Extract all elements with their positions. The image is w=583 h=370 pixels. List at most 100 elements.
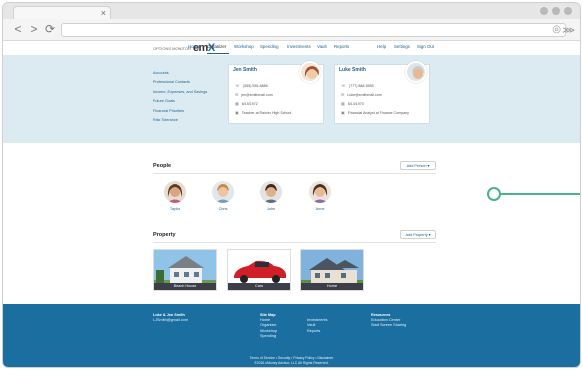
footer-contact: Luke & Jen Smith LJSmith@gmail.com: [153, 313, 188, 323]
calendar-icon: ▦: [341, 101, 345, 106]
footer-link-reports[interactable]: Reports: [307, 329, 327, 334]
person-anne[interactable]: Anne: [308, 181, 332, 211]
profile-card-luke: Luke Smith ☏ (777) 888-5555 ✉ Luke@smithma…: [334, 61, 430, 124]
browser-window: × < > ⟳ ◎ ⋙ OPTIONS MONITOR emX Home Org…: [2, 2, 581, 368]
property-home[interactable]: Home: [300, 249, 364, 291]
property-divider: [153, 242, 436, 243]
slider-track: [499, 193, 580, 195]
footer-legal: Terms of Service • Security • Privacy Po…: [3, 356, 580, 365]
footer: Luke & Jen Smith LJSmith@gmail.com Site …: [3, 304, 580, 367]
profile-job: ▣ Teacher at Rainier High School: [235, 110, 291, 115]
add-property-button[interactable]: Add Property ▾: [400, 230, 436, 239]
app-header: OPTIONS MONITOR emX Home Organizer Works…: [3, 41, 580, 55]
footer-link-organizer[interactable]: Organizer: [260, 323, 277, 328]
job-text: Teacher at Rainier High School: [241, 110, 292, 115]
reload-icon[interactable]: ⟳: [43, 22, 57, 37]
people-title: People: [153, 163, 172, 169]
person-name: Chris: [218, 207, 228, 211]
avatar: [260, 181, 282, 203]
add-person-button[interactable]: Add Person ▾: [400, 161, 436, 170]
email-icon: ✉: [341, 92, 345, 97]
profile-dob: ▦ 8/15/1972: [235, 101, 258, 106]
person-name: John: [266, 207, 276, 211]
footer-client-email[interactable]: LJSmith@gmail.com: [153, 318, 188, 323]
property-title: Property: [153, 232, 176, 238]
footer-resources: Resources Education Center Start Screen …: [371, 313, 406, 329]
forward-icon[interactable]: >: [27, 22, 41, 37]
avatar: [405, 61, 427, 83]
extensions-icon[interactable]: ⋙: [562, 23, 575, 37]
profile-phone: ☏ (555) 555-8888: [235, 83, 268, 88]
globe-icon: ◎: [552, 24, 561, 35]
avatar: [164, 181, 186, 203]
email-text: jen@smithmail.com: [241, 92, 273, 97]
phone-text: (777) 888-5555: [349, 83, 374, 88]
avatar: [309, 181, 331, 203]
avatar: [299, 61, 321, 83]
menu-workshop[interactable]: Workshop: [234, 42, 254, 52]
email-text: Luke@smithmail.com: [347, 92, 382, 97]
side-item-risk-tolerance[interactable]: Risk Tolerance: [153, 116, 207, 125]
dob-text: 8/13/1970: [347, 101, 364, 106]
menu-reports[interactable]: Reports: [334, 42, 349, 52]
footer-link-screen-sharing[interactable]: Start Screen Sharing: [371, 323, 406, 328]
menu-vault[interactable]: Vault: [317, 42, 327, 52]
person-name: Taylor: [169, 207, 181, 211]
menu-home[interactable]: Home: [188, 42, 200, 52]
phone-text: (555) 555-8888: [243, 83, 268, 88]
side-item-financial-priorities[interactable]: Financial Priorities: [153, 107, 207, 116]
briefcase-icon: ▣: [341, 110, 345, 115]
window-controls: [540, 7, 572, 15]
menu-organizer[interactable]: Organizer: [207, 42, 226, 52]
profile-name[interactable]: Jen Smith: [233, 67, 257, 73]
address-bar[interactable]: ◎: [61, 23, 566, 37]
profile-name[interactable]: Luke Smith: [339, 67, 366, 73]
close-window-button[interactable]: [564, 7, 572, 15]
main-menu: Home Organizer Workshop Spending Investm…: [3, 41, 580, 55]
menu-help[interactable]: Help: [377, 42, 386, 52]
minimize-button[interactable]: [540, 7, 548, 15]
menu-settings[interactable]: Settings: [394, 42, 410, 52]
property-cars[interactable]: Cars: [227, 249, 291, 291]
browser-tab[interactable]: ×: [13, 6, 111, 19]
person-name: Anne: [315, 207, 325, 211]
menu-sign-out[interactable]: Sign Out: [417, 42, 434, 52]
footer-link-spending[interactable]: Spending: [260, 334, 277, 339]
side-item-income-expenses[interactable]: Income, Expenses, and Savings: [153, 88, 207, 97]
property-caption: Home: [301, 283, 363, 290]
people-divider: [153, 173, 436, 174]
profile-email: ✉ jen@smithmail.com: [235, 92, 273, 97]
property-caption: Beach House: [154, 283, 216, 290]
person-chris[interactable]: Chris: [211, 181, 235, 211]
avatar: [212, 181, 234, 203]
email-icon: ✉: [235, 92, 239, 97]
active-menu-indicator: [207, 53, 229, 54]
person-taylor[interactable]: Taylor: [163, 181, 187, 211]
side-item-professional-contacts[interactable]: Professional Contacts: [153, 78, 207, 87]
briefcase-icon: ▣: [235, 110, 239, 115]
phone-icon: ☏: [341, 83, 347, 88]
footer-sitemap-2: Investments Vault Reports: [307, 318, 327, 334]
profile-card-jen: Jen Smith ☏ (555) 555-8888 ✉ jen@smithmail…: [228, 61, 324, 124]
side-item-future-goals[interactable]: Future Goals: [153, 97, 207, 106]
menu-spending[interactable]: Spending: [260, 42, 279, 52]
property-beach-house[interactable]: Beach House: [153, 249, 217, 291]
back-icon[interactable]: <: [11, 22, 25, 37]
phone-icon: ☏: [235, 83, 241, 88]
person-john[interactable]: John: [259, 181, 283, 211]
profile-phone: ☏ (777) 888-5555: [341, 83, 374, 88]
property-caption: Cars: [228, 283, 290, 290]
organizer-side-nav: Accounts Professional Contacts Income, E…: [153, 69, 207, 125]
slider-handle[interactable]: [487, 187, 501, 201]
close-tab-icon[interactable]: ×: [101, 7, 106, 19]
footer-copyright: ©2016 eMoney Advisor, LLC All Rights Res…: [254, 360, 329, 365]
footer-sitemap: Site Map Home Organizer Workshop Spendin…: [260, 313, 277, 339]
side-item-accounts[interactable]: Accounts: [153, 69, 207, 78]
menu-investments[interactable]: Investments: [287, 42, 311, 52]
dob-text: 8/15/1972: [241, 101, 258, 106]
browser-toolbar: < > ⟳ ◎ ⋙: [3, 19, 580, 41]
maximize-button[interactable]: [552, 7, 560, 15]
tab-bar: ×: [3, 3, 580, 19]
profile-dob: ▦ 8/13/1970: [341, 101, 364, 106]
organizer-panel: Accounts Professional Contacts Income, E…: [3, 55, 580, 143]
